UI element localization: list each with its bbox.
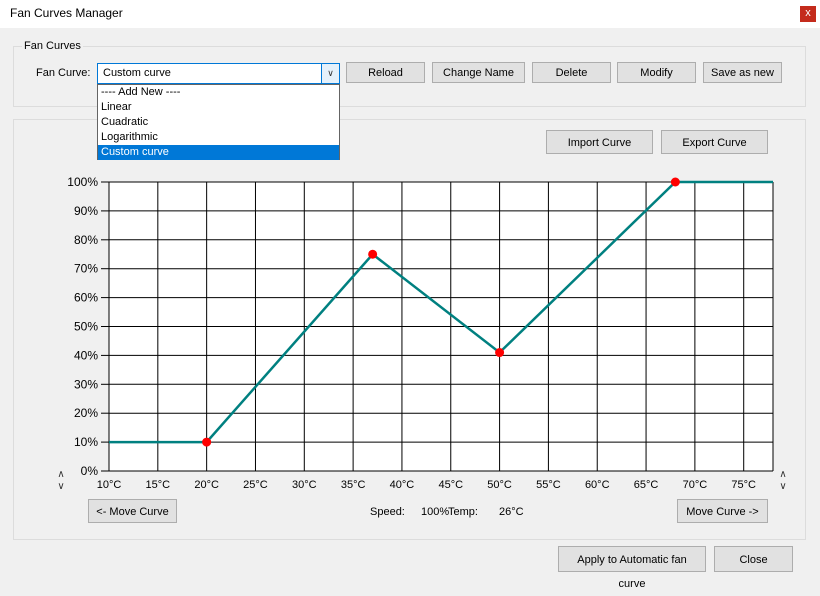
close-button[interactable]: Close [714, 546, 793, 572]
reload-button[interactable]: Reload [346, 62, 425, 83]
fan-curve-label: Fan Curve: [36, 67, 91, 79]
export-curve-button[interactable]: Export Curve [661, 130, 768, 154]
scroll-up-icon-right[interactable]: ∧ [777, 470, 789, 480]
apply-automatic-fan-curve-button[interactable]: Apply to Automatic fan curve [558, 546, 706, 590]
dropdown-option-linear[interactable]: Linear [98, 100, 339, 115]
temp-label: Temp: [448, 506, 478, 518]
dropdown-option-custom-curve[interactable]: Custom curve [98, 145, 339, 160]
dropdown-option-logarithmic[interactable]: Logarithmic [98, 130, 339, 145]
delete-button[interactable]: Delete [532, 62, 611, 83]
chevron-down-icon[interactable]: ∨ [321, 64, 339, 83]
chart-group [13, 119, 806, 540]
move-curve-left-button[interactable]: <- Move Curve [88, 499, 177, 523]
temp-value: 26°C [499, 506, 524, 518]
move-curve-right-button[interactable]: Move Curve -> [677, 499, 768, 523]
import-curve-button[interactable]: Import Curve [546, 130, 653, 154]
speed-label: Speed: [370, 506, 405, 518]
dropdown-option-add-new[interactable]: ---- Add New ---- [98, 85, 339, 100]
fan-curves-group-label: Fan Curves [22, 40, 83, 52]
fan-curve-dropdown: ---- Add New ---- Linear Cuadratic Logar… [97, 84, 340, 160]
scroll-down-icon-right[interactable]: ∨ [777, 482, 789, 492]
fan-curve-selected-value: Custom curve [103, 67, 171, 79]
scroll-up-icon-left[interactable]: ∧ [55, 470, 67, 480]
dropdown-option-cuadratic[interactable]: Cuadratic [98, 115, 339, 130]
window-title: Fan Curves Manager [10, 6, 123, 20]
modify-button[interactable]: Modify [617, 62, 696, 83]
close-icon[interactable]: x [800, 6, 816, 22]
fan-curve-select[interactable]: Custom curve ∨ [97, 63, 340, 84]
scroll-down-icon-left[interactable]: ∨ [55, 482, 67, 492]
title-bar: Fan Curves Manager x [0, 0, 820, 28]
save-as-new-button[interactable]: Save as new [703, 62, 782, 83]
change-name-button[interactable]: Change Name [432, 62, 525, 83]
speed-value: 100% [421, 506, 450, 518]
